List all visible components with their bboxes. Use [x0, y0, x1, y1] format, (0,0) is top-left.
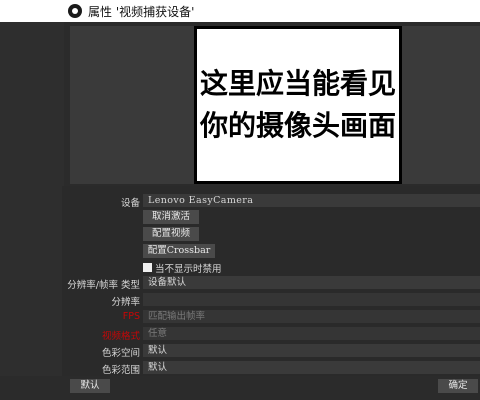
- obs-logo-icon: [68, 4, 82, 18]
- camera-preview-image: 这里应当能看见 你的摄像头画面: [194, 26, 402, 184]
- left-panel-strip: [0, 22, 64, 400]
- device-select[interactable]: Lenovo EasyCamera: [143, 194, 480, 207]
- fps-label: FPS: [122, 311, 140, 322]
- device-label: 设备: [120, 198, 140, 209]
- ok-button[interactable]: 确定: [438, 379, 478, 393]
- window-titlebar: 属性 '视频捕获设备': [0, 0, 480, 22]
- preview-text-line2: 你的摄像头画面: [199, 109, 396, 142]
- fps-select[interactable]: 匹配输出帧率: [143, 310, 480, 323]
- resolution-type-select[interactable]: 设备默认: [143, 276, 480, 289]
- resolution-label: 分辨率: [111, 297, 140, 308]
- resolution-select[interactable]: [143, 293, 480, 306]
- color-space-select[interactable]: 默认: [143, 344, 480, 357]
- video-format-select[interactable]: 任意: [143, 327, 480, 340]
- window-title: 属性 '视频捕获设备': [88, 4, 195, 19]
- hide-when-inactive-checkbox[interactable]: [143, 263, 152, 272]
- preview-text-line1: 这里应当能看见: [199, 67, 396, 100]
- configure-crossbar-button[interactable]: 配置Crossbar: [143, 244, 215, 258]
- color-range-select[interactable]: 默认: [143, 361, 480, 374]
- video-format-label: 视频格式: [101, 331, 140, 342]
- hide-when-inactive-label: 当不显示时禁用: [155, 264, 222, 275]
- deactivate-button[interactable]: 取消激活: [143, 210, 199, 224]
- configure-video-button[interactable]: 配置视频: [143, 227, 199, 241]
- defaults-button[interactable]: 默认: [70, 379, 110, 393]
- resolution-type-label: 分辨率/帧率 类型: [67, 280, 140, 291]
- color-space-label: 色彩空间: [101, 348, 140, 359]
- color-range-label: 色彩范围: [101, 365, 140, 376]
